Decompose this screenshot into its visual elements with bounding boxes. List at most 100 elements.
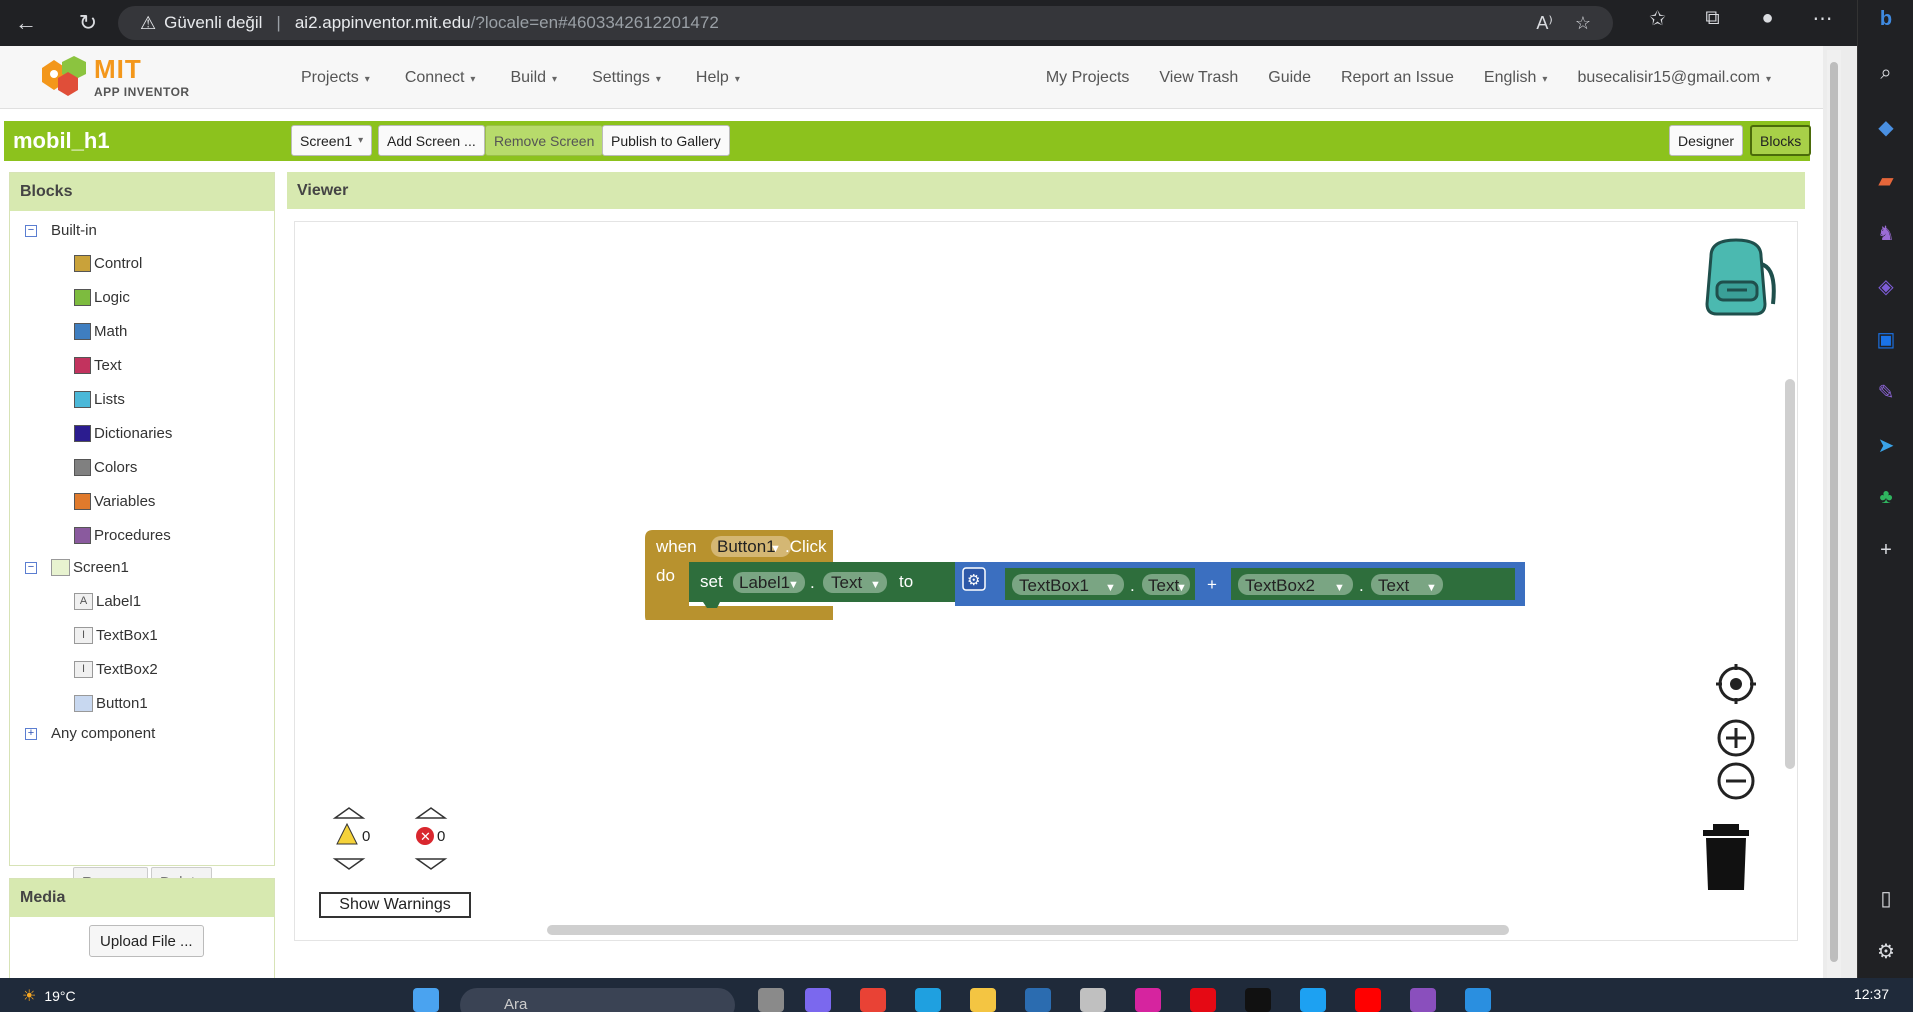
- blocks-button[interactable]: Blocks: [1750, 125, 1812, 156]
- tree-icon[interactable]: ♣: [1858, 486, 1913, 509]
- upload-file-button[interactable]: Upload File ...: [89, 925, 204, 957]
- outlook-icon[interactable]: ▣: [1858, 327, 1913, 352]
- app-inventor-logo[interactable]: MIT APP INVENTOR: [36, 52, 196, 102]
- language-menu[interactable]: English ▾: [1484, 69, 1548, 87]
- menu-build[interactable]: Build ▾: [510, 69, 557, 87]
- my-projects-link[interactable]: My Projects: [1046, 69, 1130, 87]
- account-dropdown[interactable]: busecalisir15@gmail.com ▾: [1577, 69, 1771, 87]
- menu-settings[interactable]: Settings ▾: [592, 69, 661, 87]
- start-icon[interactable]: [413, 988, 439, 1012]
- expand-icon[interactable]: +: [25, 727, 37, 740]
- favorites-icon[interactable]: ✩: [1630, 6, 1685, 31]
- tree-builtin[interactable]: − Built-in: [25, 222, 97, 239]
- read-aloud-icon[interactable]: A⁾: [1536, 13, 1552, 34]
- publish-gallery-button[interactable]: Publish to Gallery: [602, 125, 730, 156]
- category-logic[interactable]: Logic: [74, 289, 130, 306]
- vertical-scrollbar[interactable]: [1785, 379, 1795, 769]
- prev-error-icon[interactable]: [414, 807, 448, 819]
- tree-screen1[interactable]: − Screen1: [25, 559, 129, 576]
- profile-icon[interactable]: ●: [1740, 7, 1795, 30]
- explorer-icon[interactable]: [970, 988, 996, 1012]
- visual-studio-icon[interactable]: [1410, 988, 1436, 1012]
- add-icon[interactable]: +: [1858, 539, 1913, 562]
- trash-icon[interactable]: [1701, 822, 1751, 892]
- youtube-icon[interactable]: [1355, 988, 1381, 1012]
- add-favorite-icon[interactable]: ☆: [1575, 13, 1591, 34]
- collapse-icon[interactable]: −: [25, 224, 37, 237]
- show-warnings-button[interactable]: Show Warnings: [319, 892, 471, 918]
- zoom-out-icon[interactable]: [1716, 761, 1756, 801]
- chrome-icon[interactable]: [860, 988, 886, 1012]
- next-warning-icon[interactable]: [332, 858, 366, 870]
- address-bar[interactable]: ⚠ Güvenli değil | ai2.appinventor.mit.ed…: [118, 6, 1613, 40]
- vscode-icon[interactable]: [1465, 988, 1491, 1012]
- back-icon[interactable]: ←: [6, 10, 46, 36]
- category-procedures[interactable]: Procedures: [74, 527, 171, 544]
- security-label[interactable]: Güvenli değil: [164, 13, 262, 33]
- category-dictionaries[interactable]: Dictionaries: [74, 425, 172, 442]
- chevron-down-icon: ▼: [1334, 582, 1345, 594]
- recenter-icon[interactable]: [1716, 664, 1756, 704]
- page-scrollbar[interactable]: [1827, 50, 1841, 980]
- bing-icon[interactable]: b: [1858, 8, 1913, 31]
- teams-icon[interactable]: [805, 988, 831, 1012]
- url-host[interactable]: ai2.appinventor.mit.edu: [295, 13, 471, 33]
- report-issue-link[interactable]: Report an Issue: [1341, 69, 1454, 87]
- refresh-icon[interactable]: ↻: [68, 10, 108, 36]
- category-text[interactable]: Text: [74, 357, 122, 374]
- settings-icon[interactable]: ⚙: [1858, 939, 1913, 964]
- search-icon[interactable]: ⌕: [1858, 62, 1913, 85]
- category-math[interactable]: Math: [74, 323, 127, 340]
- component-button1[interactable]: Button1: [74, 695, 148, 712]
- chevron-down-icon: ▾: [358, 135, 364, 146]
- more-icon[interactable]: ⋯: [1795, 6, 1850, 31]
- copilot-icon[interactable]: ◈: [1858, 274, 1913, 299]
- netflix-icon[interactable]: [1190, 988, 1216, 1012]
- horizontal-scrollbar[interactable]: [547, 925, 1509, 935]
- view-trash-link[interactable]: View Trash: [1159, 69, 1238, 87]
- twitter-icon[interactable]: [1300, 988, 1326, 1012]
- store-icon[interactable]: [1025, 988, 1051, 1012]
- designer-icon[interactable]: ✎: [1858, 380, 1913, 405]
- join-block[interactable]: ⚙ TextBox1 ▼ . Text ▼ + TextBox2 ▼ . Tex…: [955, 562, 1525, 606]
- tree-any-component[interactable]: + Any component: [25, 725, 155, 742]
- menu-connect[interactable]: Connect ▾: [405, 69, 476, 87]
- taskbar-search[interactable]: Ara: [460, 988, 735, 1012]
- category-colors[interactable]: Colors: [74, 459, 137, 476]
- guide-link[interactable]: Guide: [1268, 69, 1311, 87]
- component-textbox2[interactable]: I TextBox2: [74, 661, 158, 678]
- component-label1[interactable]: A Label1: [74, 593, 141, 610]
- add-screen-button[interactable]: Add Screen ...: [378, 125, 485, 156]
- games-icon[interactable]: ♞: [1858, 221, 1913, 246]
- screen-select[interactable]: Screen1 ▾: [291, 125, 373, 156]
- sidebar-toggle-icon[interactable]: ▯: [1858, 886, 1913, 911]
- remove-screen-button[interactable]: Remove Screen: [485, 125, 604, 156]
- clock-app-icon[interactable]: [1080, 988, 1106, 1012]
- instagram-icon[interactable]: [1135, 988, 1161, 1012]
- prev-warning-icon[interactable]: [332, 807, 366, 819]
- taskbar-clock[interactable]: 12:37: [1854, 986, 1889, 1002]
- tiktok-icon[interactable]: [1245, 988, 1271, 1012]
- weather-widget[interactable]: ☀ 19°C: [22, 986, 76, 1006]
- edge-icon[interactable]: [915, 988, 941, 1012]
- collapse-icon[interactable]: −: [25, 561, 37, 574]
- url-path[interactable]: /?locale=en#4603342612201472: [471, 13, 719, 33]
- set-label-text-block[interactable]: set Label1 ▼ . Text ▼ to: [689, 562, 955, 608]
- menu-projects[interactable]: Projects ▾: [301, 69, 370, 87]
- designer-button[interactable]: Designer: [1669, 125, 1744, 156]
- blocks-workspace[interactable]: when Button1 ▼ .Click do set Label1 ▼ .: [294, 221, 1798, 941]
- component-textbox1[interactable]: I TextBox1: [74, 627, 158, 644]
- collections-icon[interactable]: ⧉: [1685, 7, 1740, 30]
- zoom-in-icon[interactable]: [1716, 718, 1756, 758]
- send-icon[interactable]: ➤: [1858, 433, 1913, 458]
- category-variables[interactable]: Variables: [74, 493, 155, 510]
- menu-help[interactable]: Help ▾: [696, 69, 740, 87]
- page-scrollbar-thumb[interactable]: [1830, 62, 1838, 962]
- tools-icon[interactable]: ▰: [1858, 168, 1913, 193]
- shopping-icon[interactable]: ◆: [1858, 115, 1913, 140]
- task-view-icon[interactable]: [758, 988, 784, 1012]
- category-control[interactable]: Control: [74, 255, 142, 272]
- backpack-icon[interactable]: [1691, 234, 1781, 324]
- category-lists[interactable]: Lists: [74, 391, 125, 408]
- next-error-icon[interactable]: [414, 858, 448, 870]
